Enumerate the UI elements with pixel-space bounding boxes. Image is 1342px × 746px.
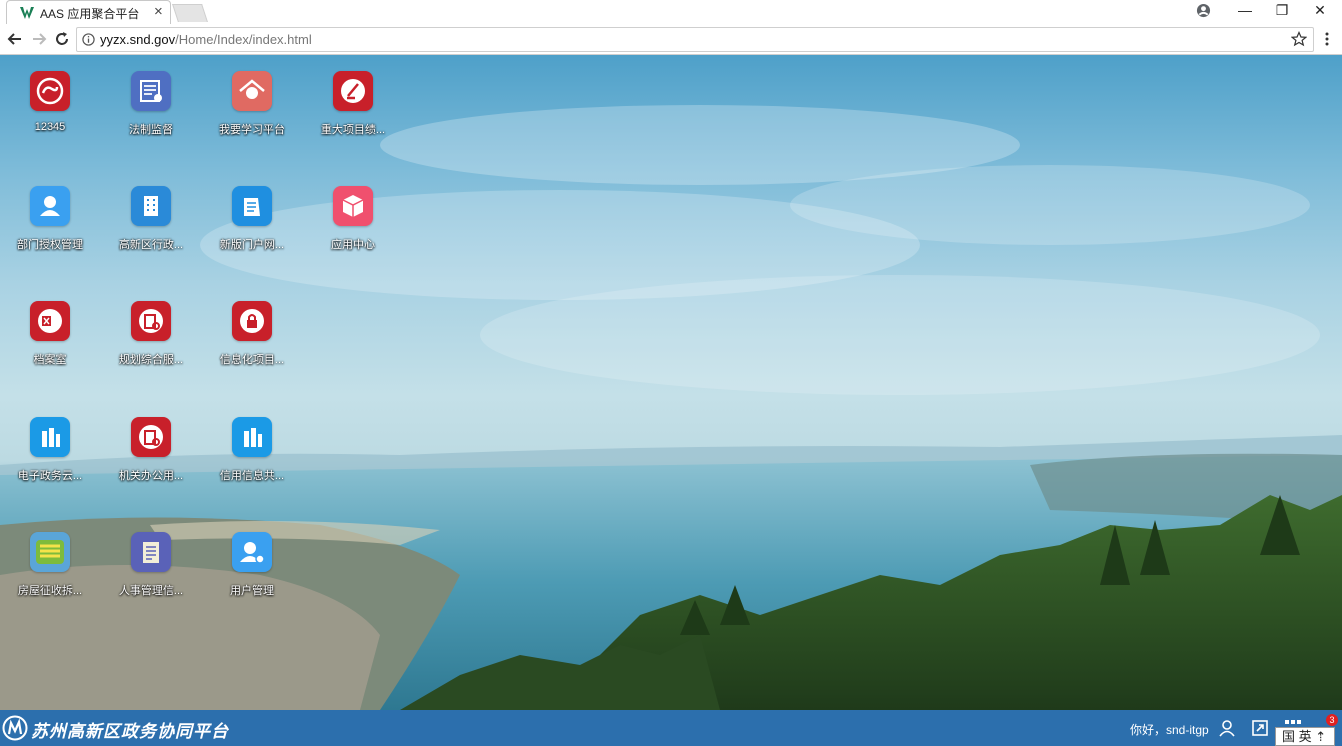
app-center-icon <box>333 186 373 226</box>
app-label: 我要学习平台 <box>219 124 285 136</box>
app-label: 人事管理信... <box>118 585 184 597</box>
app-label: 新版门户网... <box>219 239 285 251</box>
platform-brand: 苏州高新区政务协同平台 <box>31 722 229 742</box>
app-label: 部门授权管理 <box>17 239 83 251</box>
app-it-project[interactable]: 信息化项目... <box>202 285 302 375</box>
notification-badge: 3 <box>1326 714 1338 726</box>
site-favicon-icon <box>20 7 34 19</box>
app-label: 规划综合服... <box>118 354 184 366</box>
credit-info-icon <box>232 417 272 457</box>
app-label: 房屋征收拆... <box>17 585 83 597</box>
app-office-supplies[interactable]: 机关办公用... <box>101 401 201 491</box>
office-supplies-icon <box>131 417 171 457</box>
study-platform-icon <box>232 71 272 111</box>
archive-room-icon <box>30 301 70 341</box>
major-project-icon <box>333 71 373 111</box>
input-method-indicator[interactable]: 国 英 ⇡ <box>1275 727 1335 746</box>
minimize-button[interactable]: — <box>1231 0 1259 22</box>
app-user-management[interactable]: 用户管理 <box>202 516 302 606</box>
app-label: 法制监督 <box>129 124 173 136</box>
hr-management-icon <box>131 532 171 572</box>
planning-service-icon <box>131 301 171 341</box>
app-label: 信息化项目... <box>219 354 285 366</box>
user-greeting: 你好，snd-itgp <box>1130 723 1209 737</box>
back-arrow-icon[interactable] <box>5 29 25 49</box>
app-label: 电子政务云... <box>17 470 83 482</box>
browser-tab[interactable]: AAS 应用聚合平台 × <box>6 0 171 24</box>
app-new-portal[interactable]: 新版门户网... <box>202 170 302 260</box>
app-label: 用户管理 <box>230 585 274 597</box>
reload-icon[interactable] <box>52 29 72 49</box>
department-auth-icon <box>30 186 70 226</box>
app-legal-supervision[interactable]: 法制监督 <box>101 55 201 145</box>
app-archive-room[interactable]: 档案室 <box>0 285 100 375</box>
app-study-platform[interactable]: 我要学习平台 <box>202 55 302 145</box>
fullscreen-icon[interactable] <box>1250 718 1270 738</box>
bookmark-star-icon[interactable] <box>1291 31 1307 47</box>
tab-close-icon[interactable]: × <box>154 3 163 21</box>
url-text: yyzx.snd.gov/Home/Index/index.html <box>100 32 312 47</box>
app-hr-management[interactable]: 人事管理信... <box>101 516 201 606</box>
app-egov-cloud[interactable]: 电子政务云... <box>0 401 100 491</box>
app-app-center[interactable]: 应用中心 <box>303 170 403 260</box>
app-label: 12345 <box>34 121 66 133</box>
app-label: 应用中心 <box>331 239 375 251</box>
app-label: 档案室 <box>33 354 67 366</box>
user-management-icon <box>232 532 272 572</box>
house-requisition-icon <box>30 532 70 572</box>
app-house-requisition[interactable]: 房屋征收拆... <box>0 516 100 606</box>
forward-arrow-icon[interactable] <box>29 29 49 49</box>
app-department-auth[interactable]: 部门授权管理 <box>0 170 100 260</box>
tab-title: AAS 应用聚合平台 <box>40 7 140 21</box>
app-planning-service[interactable]: 规划综合服... <box>101 285 201 375</box>
app-label: 机关办公用... <box>118 470 184 482</box>
app-12345[interactable]: 12345 <box>0 55 100 145</box>
browser-menu-icon[interactable] <box>1321 30 1333 48</box>
it-project-icon <box>232 301 272 341</box>
app-major-project[interactable]: 重大项目绩... <box>303 55 403 145</box>
user-profile-icon[interactable] <box>1217 718 1237 738</box>
wallpaper-landscape <box>0 105 1342 710</box>
desktop-area: 12345 法制监督 我要学习平台 重大项目绩... 部门授权管理 高新区行政.… <box>0 55 1342 710</box>
browser-tab-strip: AAS 应用聚合平台 × — ❐ ✕ <box>0 0 1342 24</box>
address-bar[interactable]: yyzx.snd.gov/Home/Index/index.html <box>76 27 1314 52</box>
app-credit-info[interactable]: 信用信息共... <box>202 401 302 491</box>
hotline-icon <box>30 71 70 111</box>
taskbar: 苏州高新区政务协同平台 你好，snd-itgp <box>0 710 1342 746</box>
close-window-button[interactable]: ✕ <box>1306 0 1334 22</box>
egov-cloud-icon <box>30 417 70 457</box>
app-label: 信用信息共... <box>219 470 285 482</box>
info-icon[interactable] <box>82 33 95 46</box>
legal-supervision-icon <box>131 71 171 111</box>
new-portal-icon <box>232 186 272 226</box>
restore-button[interactable]: ❐ <box>1268 0 1296 22</box>
app-label: 重大项目绩... <box>320 124 386 136</box>
browser-toolbar: yyzx.snd.gov/Home/Index/index.html <box>0 24 1342 55</box>
platform-logo-icon <box>2 715 28 741</box>
admin-building-icon <box>131 186 171 226</box>
account-icon[interactable] <box>1196 3 1211 18</box>
app-admin-building[interactable]: 高新区行政... <box>101 170 201 260</box>
app-label: 高新区行政... <box>118 239 184 251</box>
new-tab-button[interactable] <box>172 4 208 22</box>
